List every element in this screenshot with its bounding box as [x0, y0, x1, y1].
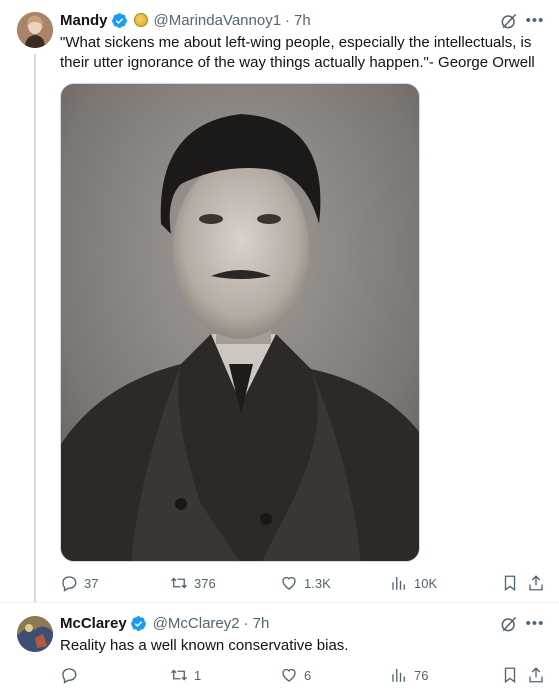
share-button[interactable] [527, 664, 545, 686]
reply-button[interactable]: 37 [60, 572, 98, 594]
author-name[interactable]: McClarey [60, 615, 127, 632]
more-icon[interactable]: ••• [525, 614, 545, 634]
views-button[interactable]: 10K [390, 572, 437, 594]
bookmark-button[interactable] [501, 572, 519, 594]
avatar[interactable] [17, 616, 53, 652]
like-button[interactable]: 6 [280, 664, 311, 686]
repost-icon [171, 577, 187, 589]
tweet-header: McClarey @McClarey2 · 7h [60, 612, 269, 634]
verified-icon [130, 615, 146, 631]
bookmark-icon [504, 575, 516, 592]
affiliate-badge-icon [133, 13, 148, 27]
repost-count: 376 [194, 575, 216, 591]
author-name[interactable]: Mandy [60, 12, 108, 29]
grok-icon[interactable] [499, 614, 519, 634]
share-icon [529, 575, 543, 591]
repost-button[interactable]: 376 [170, 572, 216, 594]
tweet-header: Mandy @MarindaVannoy1 · 7h [60, 9, 311, 31]
avatar[interactable] [17, 12, 53, 48]
more-icon[interactable]: ••• [525, 11, 545, 31]
repost-button[interactable]: 1 [170, 664, 201, 686]
reply-button[interactable] [60, 664, 84, 686]
separator: · [243, 614, 249, 632]
thread-line [34, 54, 36, 602]
views-count: 76 [414, 667, 429, 683]
like-count: 6 [304, 667, 312, 683]
reply-count: 37 [84, 575, 99, 591]
tweet-text: Reality has a well known conservative bi… [60, 637, 349, 654]
like-icon [282, 668, 296, 682]
tweet-actions: 1 6 76 [60, 664, 545, 686]
reply-icon [62, 576, 77, 592]
timestamp[interactable]: 7h [294, 12, 311, 29]
tweet-photo[interactable] [60, 83, 420, 562]
bookmark-button[interactable] [501, 664, 519, 686]
like-button[interactable]: 1.3K [280, 572, 331, 594]
tweet[interactable]: Mandy @MarindaVannoy1 · 7h ••• "What sic… [0, 0, 559, 602]
views-icon [392, 669, 405, 682]
repost-count: 1 [194, 667, 202, 683]
bookmark-icon [504, 667, 516, 684]
verified-icon [111, 12, 127, 28]
share-button[interactable] [527, 572, 545, 594]
like-count: 1.3K [304, 575, 331, 591]
timestamp[interactable]: 7h [253, 615, 270, 632]
author-handle[interactable]: @McClarey2 [153, 615, 240, 632]
repost-icon [171, 669, 187, 681]
author-handle[interactable]: @MarindaVannoy1 [154, 12, 282, 29]
grok-icon[interactable] [499, 11, 519, 31]
views-icon [392, 577, 405, 590]
share-icon [529, 667, 543, 683]
tweet-text: "What sickens me about left-wing people,… [60, 34, 535, 71]
like-icon [282, 576, 296, 590]
separator: · [285, 11, 291, 29]
tweet-actions: 37 376 1.3K 10K [60, 572, 545, 594]
views-count: 10K [414, 575, 438, 591]
reply-icon [62, 668, 77, 684]
views-button[interactable]: 76 [390, 664, 428, 686]
